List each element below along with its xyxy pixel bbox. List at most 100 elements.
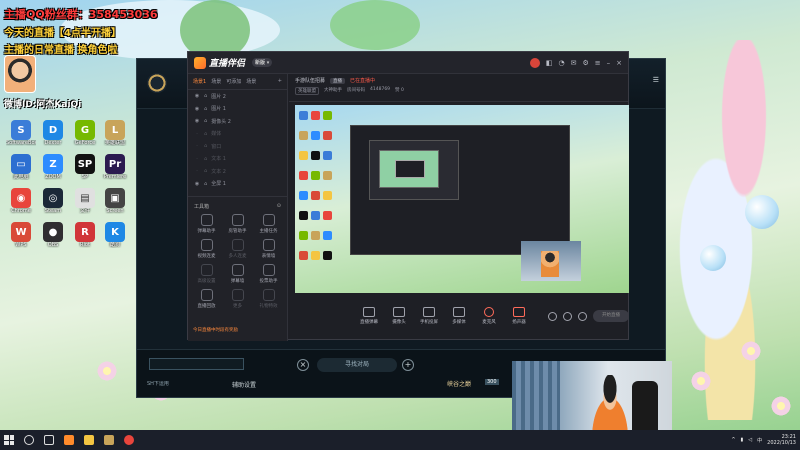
- eye-icon[interactable]: ◉: [194, 181, 200, 187]
- notification-icon[interactable]: ◔: [558, 59, 564, 67]
- layer-row[interactable]: ◉ ⌂ 全屏 1: [188, 178, 287, 191]
- league-taskbar-icon[interactable]: [104, 435, 114, 445]
- tool-button[interactable]: 投票助手: [253, 264, 284, 284]
- control-button[interactable]: 多媒体: [445, 307, 473, 325]
- tool-button[interactable]: 视频连麦: [191, 239, 222, 259]
- eye-icon[interactable]: ◉: [194, 93, 200, 99]
- ime-indicator[interactable]: 中: [757, 437, 762, 444]
- stream-preview[interactable]: [295, 105, 629, 293]
- desktop-icon[interactable]: K 酷狗: [100, 222, 130, 248]
- record-icon[interactable]: [563, 311, 572, 321]
- task-view-icon[interactable]: [44, 435, 54, 445]
- league-logo-icon[interactable]: [147, 73, 167, 93]
- lock-icon[interactable]: ⌂: [204, 131, 207, 137]
- stream-window-titlebar[interactable]: 直播伴侣 新版 ▾ ◧ ◔ ✉ ⚙ ≡ – ×: [188, 52, 628, 74]
- find-match-button[interactable]: 寻找对局: [317, 358, 397, 372]
- volume-icon[interactable]: ◁: [748, 437, 752, 443]
- control-button[interactable]: 手机投屏: [415, 307, 443, 325]
- lock-icon[interactable]: ⌂: [204, 168, 207, 174]
- layer-row[interactable]: · ⌂ 文本 1: [188, 153, 287, 166]
- desktop-icon[interactable]: SP SP: [70, 154, 100, 180]
- reward-banner[interactable]: 今日直播中时段有奖励: [193, 327, 238, 333]
- settings-gear-icon[interactable]: [578, 311, 587, 321]
- control-button[interactable]: 摄像头: [385, 307, 413, 325]
- game-client-chat-input[interactable]: [149, 358, 244, 370]
- eye-off-icon[interactable]: ·: [194, 156, 200, 162]
- tray-arrow-icon[interactable]: ^: [731, 437, 735, 443]
- desktop-icon[interactable]: W WPS: [6, 222, 36, 248]
- minimize-icon[interactable]: –: [607, 59, 611, 67]
- lock-icon[interactable]: ⌂: [204, 143, 207, 149]
- control-button[interactable]: 直播弹幕: [355, 307, 383, 325]
- tool-button[interactable]: 弹幕墙: [222, 264, 253, 284]
- chrome-taskbar-icon[interactable]: [124, 435, 134, 445]
- lock-icon[interactable]: ⌂: [204, 181, 207, 187]
- layer-row[interactable]: · ⌂ 媒体: [188, 128, 287, 141]
- control-button[interactable]: 扬声器: [505, 307, 533, 325]
- file-explorer-icon[interactable]: [84, 435, 94, 445]
- add-scene-icon[interactable]: +: [278, 78, 282, 85]
- lock-icon[interactable]: ⌂: [204, 93, 207, 99]
- layer-row[interactable]: ◉ ⌂ 图片 1: [188, 103, 287, 116]
- eye-off-icon[interactable]: ·: [194, 168, 200, 174]
- menu-icon[interactable]: ≡: [595, 59, 601, 67]
- close-icon[interactable]: ×: [297, 359, 309, 371]
- desktop-icon[interactable]: G GeForce: [70, 120, 100, 146]
- tab-scene-3[interactable]: 可添加: [226, 78, 241, 85]
- desktop-icon[interactable]: R Riot: [70, 222, 100, 248]
- category-chip[interactable]: 英雄联盟: [295, 87, 319, 95]
- tool-button[interactable]: 房管助手: [222, 214, 253, 234]
- eye-off-icon[interactable]: ·: [194, 143, 200, 149]
- tool-button[interactable]: 更多: [222, 289, 253, 309]
- desktop-icon[interactable]: ▭ 此电脑: [6, 154, 36, 180]
- desktop-icon[interactable]: ● OBS: [38, 222, 68, 248]
- camera-toggle-icon[interactable]: [548, 311, 557, 321]
- eye-icon[interactable]: ◉: [194, 106, 200, 112]
- tool-button[interactable]: 表情墙: [253, 239, 284, 259]
- desktop-icon[interactable]: L 英雄联盟: [100, 120, 130, 146]
- layer-row[interactable]: ◉ ⌂ 图片 2: [188, 90, 287, 103]
- desktop-icon[interactable]: ▣ Screen: [100, 188, 130, 214]
- start-menu-icon[interactable]: [4, 435, 14, 445]
- tab-scene-4[interactable]: 场景: [246, 78, 256, 85]
- desktop-icon[interactable]: ◎ Steam: [38, 188, 68, 214]
- stream-companion-window[interactable]: 直播伴侣 新版 ▾ ◧ ◔ ✉ ⚙ ≡ – × 场景1 场景 可添加 场景 + …: [187, 51, 629, 341]
- game-client-friends-icon[interactable]: ☰: [653, 76, 659, 84]
- search-icon[interactable]: [24, 435, 34, 445]
- tool-button[interactable]: 主播任务: [253, 214, 284, 234]
- layer-row[interactable]: · ⌂ 窗口: [188, 140, 287, 153]
- lock-icon[interactable]: ⌂: [204, 118, 207, 124]
- eye-icon[interactable]: ◉: [194, 118, 200, 124]
- desktop-icon[interactable]: Z ZOOM: [38, 154, 68, 180]
- assist-settings-link[interactable]: 辅助设置: [232, 380, 256, 389]
- start-live-button[interactable]: 开始直播: [593, 310, 629, 322]
- user-avatar[interactable]: [529, 57, 540, 68]
- desktop-icon[interactable]: Pr Premiere: [100, 154, 130, 180]
- eye-off-icon[interactable]: ·: [194, 131, 200, 137]
- tool-button[interactable]: 多人连麦: [222, 239, 253, 259]
- tool-button[interactable]: 弹幕助手: [191, 214, 222, 234]
- mail-icon[interactable]: ✉: [571, 59, 577, 67]
- tab-scene-2[interactable]: 场景: [211, 78, 221, 85]
- toolbox-settings-icon[interactable]: ⊙: [277, 203, 281, 210]
- lock-icon[interactable]: ⌂: [204, 106, 207, 112]
- tool-button[interactable]: 高级设置: [191, 264, 222, 284]
- layer-row[interactable]: ◉ ⌂ 摄像头 2: [188, 115, 287, 128]
- desktop-icon[interactable]: S SoftwareBox: [6, 120, 36, 146]
- tool-button[interactable]: 直播回放: [191, 289, 222, 309]
- version-dropdown[interactable]: 新版 ▾: [252, 58, 273, 67]
- stream-tool-taskbar-icon[interactable]: [64, 435, 74, 445]
- tab-scene-1[interactable]: 场景1: [193, 78, 206, 85]
- lock-icon[interactable]: ⌂: [204, 156, 207, 162]
- add-icon[interactable]: +: [402, 359, 414, 371]
- network-icon[interactable]: ▮: [741, 437, 744, 443]
- stream-title[interactable]: 手游队伍招募: [295, 77, 325, 84]
- layer-row[interactable]: · ⌂ 文本 2: [188, 165, 287, 178]
- close-window-icon[interactable]: ×: [616, 59, 622, 67]
- clock[interactable]: 23:21 2022/10/13: [767, 434, 796, 446]
- desktop-icon[interactable]: D Dexter: [38, 120, 68, 146]
- desktop-icon[interactable]: ◉ Chrome: [6, 188, 36, 214]
- skin-icon[interactable]: ◧: [546, 59, 553, 67]
- control-button[interactable]: 麦克风: [475, 307, 503, 325]
- tool-button[interactable]: 礼物特效: [253, 289, 284, 309]
